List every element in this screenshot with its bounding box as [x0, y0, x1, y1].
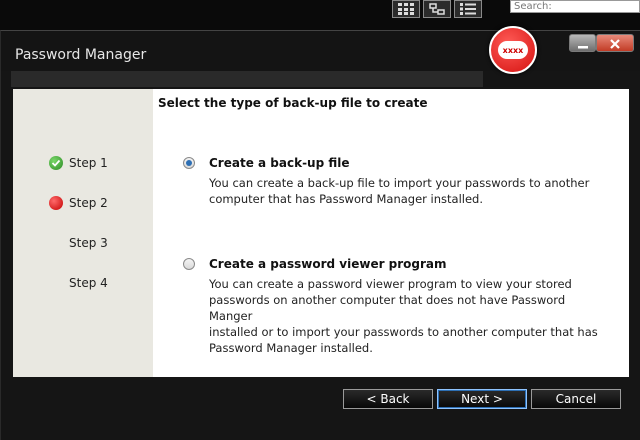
tree-view-icon: [429, 0, 445, 19]
list-view-button[interactable]: [454, 0, 482, 18]
wizard-content: Step 1 Step 2 Step 3 Step 4 Select the t…: [13, 89, 629, 377]
next-button[interactable]: Next >: [437, 389, 527, 409]
search-input[interactable]: Search:: [510, 0, 640, 13]
list-view-icon: [460, 0, 476, 19]
minimize-icon: [577, 34, 588, 53]
viewer-program-description: You can create a password viewer program…: [209, 276, 609, 356]
description-line: Password Manager installed.: [209, 341, 373, 355]
cancel-button[interactable]: Cancel: [531, 389, 621, 409]
back-button[interactable]: < Back: [343, 389, 433, 409]
backup-file-option-title[interactable]: Create a back-up file: [209, 156, 350, 170]
viewer-program-option-title[interactable]: Create a password viewer program: [209, 257, 447, 271]
step-4-label: Step 4: [69, 276, 108, 290]
window-title: Password Manager: [15, 47, 147, 63]
header-strip: [11, 71, 483, 87]
step-sidebar: Step 1 Step 2 Step 3 Step 4: [13, 89, 153, 377]
close-button[interactable]: [596, 34, 634, 52]
description-line: You can create a password viewer program…: [209, 277, 572, 291]
badge-text: xxxx: [498, 41, 528, 59]
minimize-button[interactable]: [569, 34, 596, 52]
viewer-program-radio[interactable]: [183, 258, 195, 270]
description-line: passwords on another computer that does …: [209, 293, 566, 323]
description-line: You can create a back-up file to import …: [209, 176, 590, 190]
step-1-label: Step 1: [69, 156, 108, 170]
grid-view-icon: [398, 0, 414, 19]
step-3-label: Step 3: [69, 236, 108, 250]
backup-file-description: You can create a back-up file to import …: [209, 175, 609, 207]
password-manager-window: Password Manager Step 1 Step 2 Step 3 St…: [0, 30, 640, 440]
page-heading: Select the type of back-up file to creat…: [158, 96, 428, 110]
notification-badge[interactable]: xxxx: [489, 26, 537, 74]
check-icon: [49, 156, 63, 170]
tree-view-button[interactable]: [423, 0, 451, 18]
grid-view-button[interactable]: [392, 0, 420, 18]
title-bar[interactable]: Password Manager: [1, 31, 640, 71]
step-2-label: Step 2: [69, 196, 108, 210]
backup-file-radio[interactable]: [183, 157, 195, 169]
options-panel: Select the type of back-up file to creat…: [153, 89, 629, 377]
current-step-icon: [49, 196, 63, 210]
description-line: installed or to import your passwords to…: [209, 325, 598, 339]
description-line: computer that has Password Manager insta…: [209, 192, 483, 206]
close-icon: [610, 34, 620, 53]
